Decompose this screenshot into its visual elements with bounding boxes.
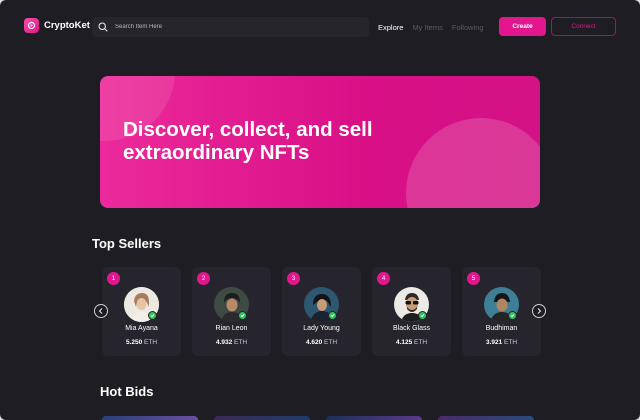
seller-avatar — [304, 287, 339, 322]
hero-title: Discover, collect, and sell extraordinar… — [123, 118, 443, 164]
top-sellers-carousel: 1 Mia Ayana 5.250 ETH 2 Rian Leon 4.932 … — [102, 267, 542, 356]
seller-name: Black Glass — [393, 325, 430, 332]
chevron-right-icon — [537, 308, 542, 314]
amount-unit: ETH — [414, 339, 428, 346]
brand-logo[interactable]: CryptoKet — [24, 18, 90, 33]
create-button[interactable]: Create — [499, 17, 546, 36]
amount-value: 4.932 — [215, 339, 233, 346]
nft-card-preview[interactable] — [438, 416, 534, 420]
rank-badge: 1 — [107, 272, 120, 285]
seller-amount: 5.250 ETH — [102, 339, 181, 346]
verified-badge-icon — [418, 311, 427, 320]
nav-links: Explore My Items Following — [378, 23, 484, 32]
rank-badge: 5 — [467, 272, 480, 285]
seller-avatar — [124, 287, 159, 322]
logo-icon — [24, 18, 39, 33]
verified-badge-icon — [238, 311, 247, 320]
nft-card-preview[interactable] — [326, 416, 422, 420]
rank-badge: 2 — [197, 272, 210, 285]
rank-badge: 4 — [377, 272, 390, 285]
nft-card-preview[interactable] — [102, 416, 198, 420]
nav-link-following[interactable]: Following — [452, 23, 484, 32]
seller-amount: 4.932 ETH — [192, 339, 271, 346]
seller-name: Budhiman — [485, 325, 518, 332]
amount-value: 4.125 — [395, 339, 413, 346]
seller-card[interactable]: 4 Black Glass 4.125 ETH — [372, 267, 451, 356]
seller-card[interactable]: 1 Mia Ayana 5.250 ETH — [102, 267, 181, 356]
chevron-left-icon — [98, 308, 103, 314]
brand-name: CryptoKet — [44, 20, 90, 31]
seller-amount: 3.921 ETH — [462, 339, 541, 346]
verified-badge-icon — [508, 311, 517, 320]
amount-value: 4.620 — [305, 339, 323, 346]
seller-card[interactable]: 2 Rian Leon 4.932 ETH — [192, 267, 271, 356]
amount-unit: ETH — [144, 339, 158, 346]
amount-unit: ETH — [324, 339, 338, 346]
verified-badge-icon — [328, 311, 337, 320]
seller-name: Mia Ayana — [125, 325, 158, 332]
scroll-left-button[interactable] — [94, 304, 108, 318]
connect-button[interactable]: Connect — [551, 17, 616, 36]
amount-value: 3.921 — [485, 339, 503, 346]
verified-badge-icon — [148, 311, 157, 320]
seller-name: Rian Leon — [215, 325, 248, 332]
seller-name: Lady Young — [303, 325, 340, 332]
amount-value: 5.250 — [125, 339, 143, 346]
hot-bids-heading: Hot Bids — [100, 384, 154, 399]
seller-amount: 4.620 ETH — [282, 339, 361, 346]
nav-link-explore[interactable]: Explore — [378, 23, 403, 32]
nft-card-preview[interactable] — [214, 416, 310, 420]
seller-amount: 4.125 ETH — [372, 339, 451, 346]
seller-avatar — [394, 287, 429, 322]
seller-avatar — [214, 287, 249, 322]
hero-title-line: Discover, collect, and sell — [123, 118, 373, 141]
hero-banner: Discover, collect, and sell extraordinar… — [100, 76, 540, 208]
app-window: CryptoKet Explore My Items Following Cre… — [0, 0, 640, 420]
amount-unit: ETH — [234, 339, 248, 346]
search-input[interactable] — [115, 24, 355, 30]
search-bar[interactable] — [92, 17, 369, 37]
seller-card[interactable]: 3 Lady Young 4.620 ETH — [282, 267, 361, 356]
rank-badge: 3 — [287, 272, 300, 285]
top-sellers-heading: Top Sellers — [92, 236, 162, 251]
nav-link-my-items[interactable]: My Items — [412, 23, 442, 32]
hero-title-line: extraordinary NFTs — [123, 141, 310, 164]
seller-card[interactable]: 5 Budhiman 3.921 ETH — [462, 267, 541, 356]
seller-avatar — [484, 287, 519, 322]
amount-unit: ETH — [504, 339, 518, 346]
search-icon — [98, 21, 110, 33]
scroll-right-button[interactable] — [532, 304, 546, 318]
navbar: CryptoKet Explore My Items Following Cre… — [0, 0, 640, 54]
